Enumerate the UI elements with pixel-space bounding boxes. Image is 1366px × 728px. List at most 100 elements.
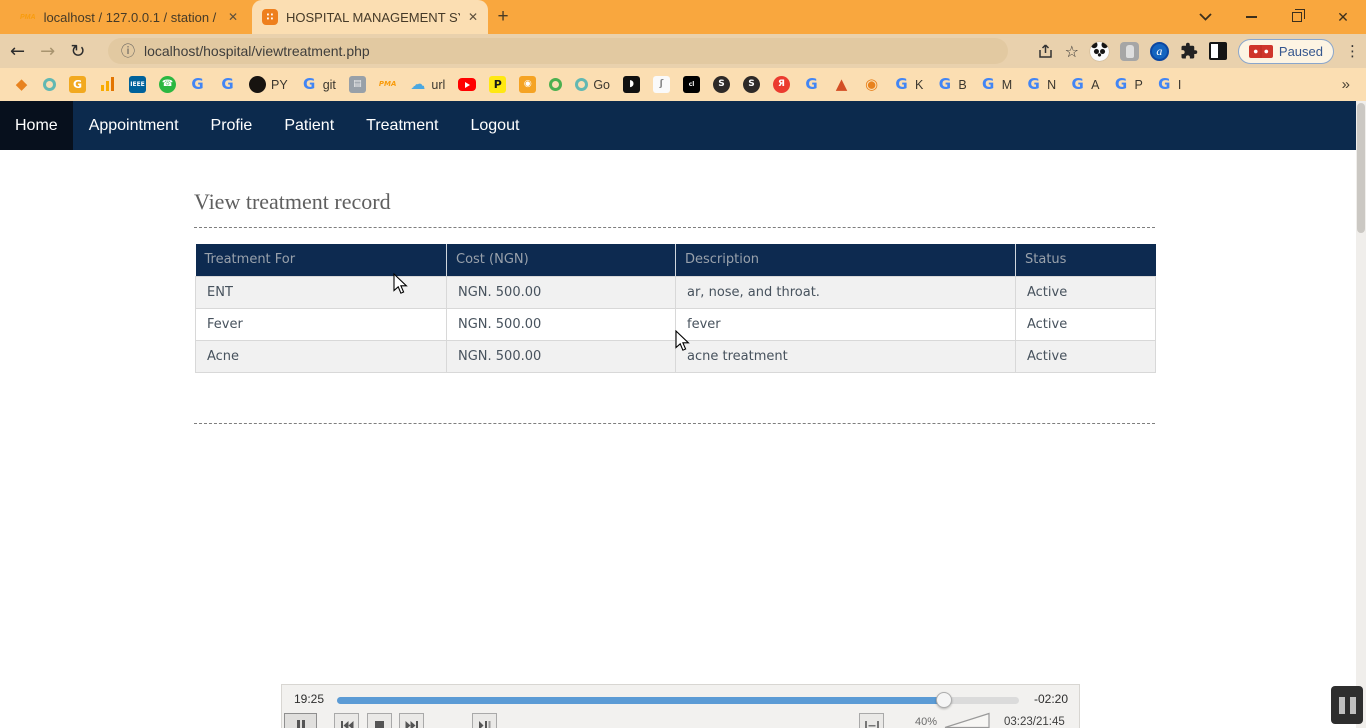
bookmark-google-p[interactable]: GP — [1112, 76, 1142, 93]
nav-item-home[interactable]: Home — [0, 101, 73, 150]
bookmark-label: B — [958, 78, 966, 92]
google-p-icon: G — [1112, 76, 1129, 93]
cursor-arrow — [675, 330, 692, 353]
bookmark-eye[interactable]: ◉ — [863, 76, 880, 93]
yandex-icon: Я — [773, 76, 790, 93]
seek-knob[interactable] — [936, 692, 952, 708]
bookmark-label: N — [1047, 78, 1056, 92]
bookmark-sketch-person[interactable]: ʃ — [653, 76, 670, 93]
bookmark-s-dark[interactable]: S — [713, 76, 730, 93]
bookmark-camera[interactable]: ◉ — [519, 76, 536, 93]
restore-button[interactable] — [1274, 0, 1320, 34]
bookmark-ieee[interactable]: IEEE — [129, 76, 146, 93]
bookmark-archive[interactable]: ▤ — [349, 76, 366, 93]
bird-icon: ◗ — [623, 76, 640, 93]
bookmark-label: PY — [271, 78, 288, 92]
seek-bar[interactable] — [337, 697, 1019, 704]
bookmark-github[interactable]: PY — [249, 76, 288, 93]
nav-item-treatment[interactable]: Treatment — [350, 101, 454, 150]
close-tab-icon[interactable]: ✕ — [228, 10, 238, 24]
recorder-pause-button[interactable] — [1331, 686, 1363, 724]
bookmark-gold-cube[interactable]: G — [69, 76, 86, 93]
bookmark-google-n[interactable]: GN — [1025, 76, 1056, 93]
bookmark-google-git[interactable]: Ggit — [301, 76, 336, 93]
elapsed-time: 19:25 — [294, 692, 324, 706]
ab-marker-button[interactable] — [859, 713, 884, 728]
bookmark-bird[interactable]: ◗ — [623, 76, 640, 93]
new-tab-button[interactable]: + — [488, 0, 518, 34]
cell-cost: NGN. 500.00 — [447, 276, 676, 308]
minimize-button[interactable] — [1228, 0, 1274, 34]
bookmark-diamond[interactable]: ◆ — [13, 76, 30, 93]
bookmark-s-dark[interactable]: S — [743, 76, 760, 93]
bookmark-analytics[interactable] — [99, 76, 116, 93]
bookmark-green-ring[interactable] — [549, 78, 562, 91]
bookmark-youtube[interactable] — [458, 78, 476, 91]
bookmark-yandex[interactable]: Я — [773, 76, 790, 93]
volume-percent: 40% — [915, 716, 937, 728]
tab-search-chevron-icon[interactable] — [1182, 0, 1228, 34]
a-extension-icon[interactable]: a — [1150, 42, 1169, 61]
previous-button[interactable] — [334, 713, 359, 728]
bookmark-google[interactable]: G — [189, 76, 206, 93]
bookmark-google[interactable]: G — [803, 76, 820, 93]
cell-status: Active — [1016, 276, 1156, 308]
bookmark-p-yellow[interactable]: P — [489, 76, 506, 93]
bookmarks-overflow-icon[interactable]: » — [1342, 76, 1366, 93]
share-icon[interactable] — [1037, 43, 1054, 59]
page-scrollbar[interactable] — [1356, 101, 1366, 728]
stop-button[interactable] — [367, 713, 392, 728]
pause-button[interactable] — [284, 713, 317, 728]
s-dark-icon: S — [713, 76, 730, 93]
bookmark-label: Go — [593, 78, 610, 92]
google-icon: G — [219, 76, 236, 93]
bookmark-matlab[interactable]: ▲ — [833, 76, 850, 93]
browser-menu-icon[interactable]: ⋮ — [1345, 42, 1360, 60]
bookmark-star-icon[interactable]: ☆ — [1065, 42, 1079, 61]
cell-treatment: Fever — [196, 308, 447, 340]
nav-item-logout[interactable]: Logout — [454, 101, 535, 150]
bookmark-label: I — [1178, 78, 1181, 92]
address-bar[interactable]: ⓘ localhost/hospital/viewtreatment.php — [108, 38, 1008, 64]
nav-item-profie[interactable]: Profie — [195, 101, 269, 150]
close-window-button[interactable]: ✕ — [1320, 0, 1366, 34]
frame-step-button[interactable] — [472, 713, 497, 728]
scrollbar-thumb[interactable] — [1357, 103, 1365, 233]
extensions-puzzle-icon[interactable] — [1180, 42, 1198, 60]
paused-extension-pill[interactable]: Paused — [1238, 39, 1334, 64]
back-button[interactable]: ← — [10, 41, 25, 62]
whatsapp-icon: ☎ — [159, 76, 176, 93]
bookmark-google-i[interactable]: GI — [1156, 76, 1181, 93]
bookmark-google-k[interactable]: GK — [893, 76, 923, 93]
nav-item-patient[interactable]: Patient — [268, 101, 350, 150]
site-info-icon[interactable]: ⓘ — [121, 41, 135, 61]
nav-item-appointment[interactable]: Appointment — [73, 101, 195, 150]
frame-step-icon — [478, 720, 491, 728]
bookmark-cloud-url[interactable]: ☁url — [409, 76, 445, 93]
bookmark-label: A — [1091, 78, 1099, 92]
forward-button[interactable]: → — [40, 41, 55, 62]
google-n-icon: G — [1025, 76, 1042, 93]
split-screen-extension-icon[interactable] — [1209, 42, 1227, 60]
bookmark-google-b[interactable]: GB — [936, 76, 966, 93]
google-k-icon: G — [893, 76, 910, 93]
bookmark-teal-ring[interactable] — [43, 78, 56, 91]
bookmark-google[interactable]: G — [219, 76, 236, 93]
reload-button[interactable]: ↻ — [70, 41, 85, 62]
next-button[interactable] — [399, 713, 424, 728]
bookmark-whatsapp[interactable]: ☎ — [159, 76, 176, 93]
hand-extension-icon[interactable] — [1120, 42, 1139, 61]
bookmark-teal-ring-go[interactable]: Go — [575, 78, 610, 92]
close-tab-icon[interactable]: ✕ — [468, 10, 478, 24]
tab-hospital-management[interactable]: ∷ HOSPITAL MANAGEMENT SYSTE ✕ — [252, 0, 488, 34]
google-icon: G — [189, 76, 206, 93]
bookmarks-bar: ◆GIEEE☎GGPYGgit▤PMA☁urlP◉Go◗ʃclSSЯG▲◉GKG… — [0, 68, 1366, 101]
bookmark-phpmyadmin[interactable]: PMA — [379, 76, 397, 93]
tab-phpmyadmin[interactable]: PMA localhost / 127.0.0.1 / station / ac… — [10, 0, 248, 34]
volume-slider[interactable] — [944, 712, 990, 728]
bookmark-google-a[interactable]: GA — [1069, 76, 1099, 93]
bookmark-google-m[interactable]: GM — [980, 76, 1012, 93]
panda-extension-icon[interactable] — [1090, 42, 1109, 61]
camera-icon: ◉ — [519, 76, 536, 93]
bookmark-cl[interactable]: cl — [683, 76, 700, 93]
